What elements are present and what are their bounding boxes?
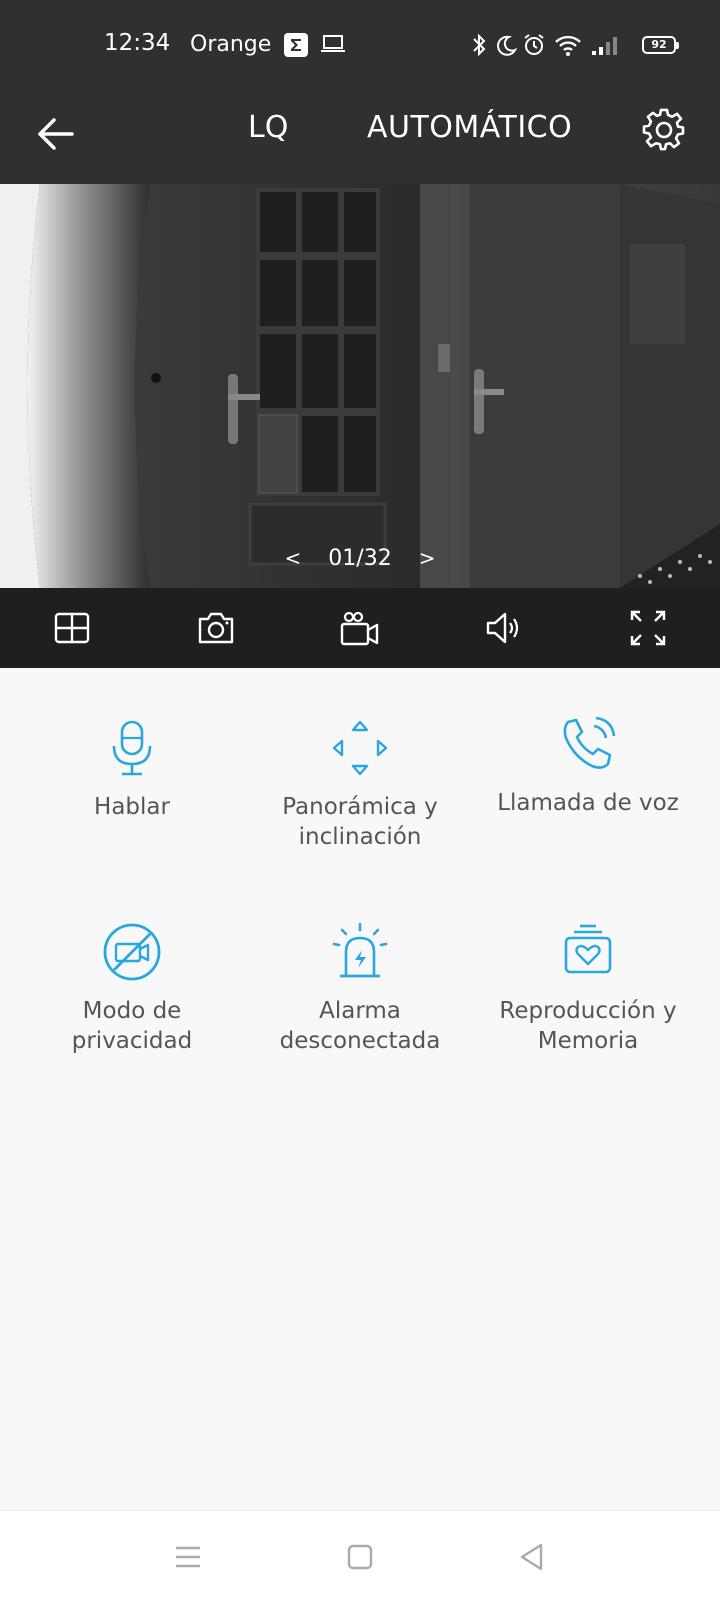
sound-button[interactable] bbox=[482, 606, 526, 650]
fullscreen-button[interactable] bbox=[626, 606, 670, 650]
status-time: 12:34 bbox=[104, 30, 171, 56]
menu-icon bbox=[176, 1546, 200, 1568]
record-button[interactable] bbox=[338, 606, 382, 650]
snapshot-button[interactable] bbox=[194, 606, 238, 650]
settings-button[interactable] bbox=[642, 108, 686, 152]
status-icons: 92 bbox=[470, 32, 679, 62]
next-clip-button[interactable]: > bbox=[419, 546, 436, 570]
status-carrier: Orange bbox=[190, 32, 272, 57]
pan-tilt-icon bbox=[332, 720, 388, 776]
video-page-nav: < 01/32 > bbox=[0, 546, 720, 571]
pan-tilt-button[interactable]: Panorámica y inclinación bbox=[246, 716, 474, 852]
signal-icon bbox=[590, 32, 620, 62]
app-header: LQ AUTOMÁTICO bbox=[0, 90, 720, 184]
voice-call-label: Llamada de voz bbox=[497, 790, 679, 816]
home-square-icon bbox=[347, 1544, 373, 1570]
talk-label: Hablar bbox=[94, 794, 170, 820]
alarm-button[interactable]: Alarma desconectada bbox=[246, 920, 474, 1056]
status-bar: 12:34 Orange 92 bbox=[0, 0, 720, 90]
system-back-button[interactable] bbox=[514, 1539, 550, 1575]
playback-memory-label: Reproducción y Memoria bbox=[499, 998, 677, 1054]
video-frame-image bbox=[0, 184, 720, 588]
fullscreen-icon bbox=[630, 610, 666, 646]
quality-button[interactable]: LQ bbox=[248, 110, 288, 145]
video-record-icon bbox=[340, 611, 379, 646]
wifi-icon bbox=[554, 32, 582, 62]
feature-grid: Hablar Panorámica y inclinación Llamada d… bbox=[0, 668, 720, 1508]
bluetooth-icon bbox=[470, 32, 488, 62]
playback-memory-button[interactable]: Reproducción y Memoria bbox=[474, 920, 702, 1056]
grid-view-icon bbox=[54, 612, 90, 644]
camera-icon bbox=[198, 612, 234, 644]
moon-icon bbox=[496, 32, 518, 62]
battery-icon: 92 bbox=[642, 36, 679, 54]
home-button[interactable] bbox=[342, 1539, 378, 1575]
alarm-label: Alarma desconectada bbox=[279, 998, 441, 1054]
app-icon bbox=[284, 33, 308, 57]
video-toolbar bbox=[0, 588, 720, 668]
playback-memory-icon bbox=[564, 924, 612, 974]
voice-call-button[interactable]: Llamada de voz bbox=[474, 712, 702, 818]
back-arrow-icon bbox=[38, 118, 74, 150]
gear-icon bbox=[642, 108, 685, 151]
prev-clip-button[interactable]: < bbox=[285, 546, 302, 570]
grid-view-button[interactable] bbox=[50, 606, 94, 650]
alarm-siren-icon bbox=[332, 922, 388, 978]
recent-apps-button[interactable] bbox=[170, 1539, 206, 1575]
system-nav-bar bbox=[0, 1510, 720, 1600]
privacy-mode-button[interactable]: Modo de privacidad bbox=[18, 920, 246, 1056]
back-button[interactable] bbox=[34, 112, 78, 156]
camera-video-feed[interactable]: < 01/32 > bbox=[0, 184, 720, 588]
microphone-icon bbox=[112, 720, 152, 776]
speaker-icon bbox=[486, 612, 519, 644]
privacy-icon bbox=[103, 923, 161, 981]
laptop-icon bbox=[320, 33, 346, 59]
phone-call-icon bbox=[563, 716, 616, 769]
talk-button[interactable]: Hablar bbox=[18, 716, 246, 822]
privacy-mode-label: Modo de privacidad bbox=[71, 998, 193, 1054]
pan-tilt-label: Panorámica y inclinación bbox=[282, 794, 438, 850]
clip-page-indicator: 01/32 bbox=[328, 546, 392, 571]
alarm-icon bbox=[522, 32, 546, 62]
back-triangle-icon bbox=[520, 1543, 543, 1571]
mode-button[interactable]: AUTOMÁTICO bbox=[367, 110, 572, 145]
